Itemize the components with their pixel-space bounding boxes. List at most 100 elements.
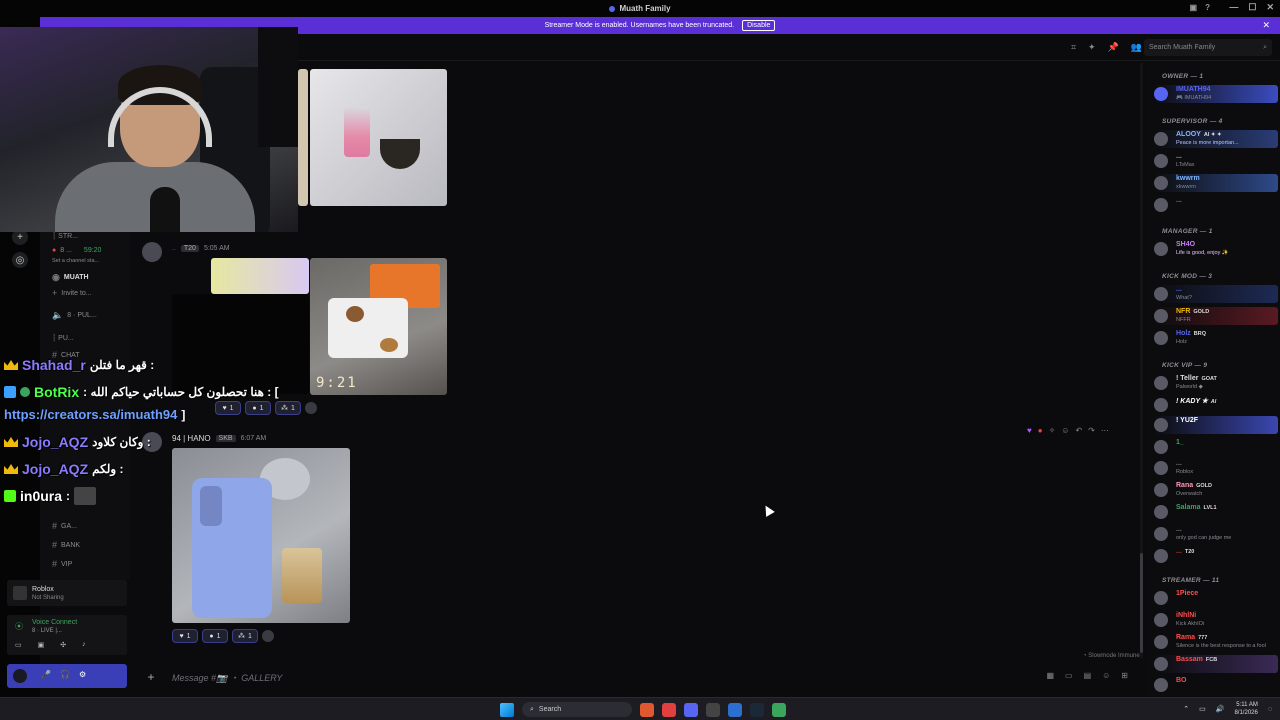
heart-reaction-icon[interactable]: ♥: [1027, 426, 1032, 435]
reaction-dot[interactable]: ● 1: [202, 629, 228, 643]
image-attachment[interactable]: [298, 69, 308, 206]
member-row[interactable]: ... What?: [1154, 285, 1278, 303]
chat-link[interactable]: https://creators.sa/imuath94: [4, 407, 177, 422]
steam-icon[interactable]: [750, 702, 764, 717]
disable-streamer-mode-button[interactable]: Disable: [742, 20, 776, 31]
mic-icon[interactable]: 🎤: [41, 670, 51, 679]
game-icon: [13, 586, 27, 600]
screen-share-icon[interactable]: ▣: [38, 641, 45, 649]
dot-reaction-icon[interactable]: ●: [1038, 426, 1043, 435]
scroll-thumb[interactable]: [1140, 553, 1143, 653]
forward-icon[interactable]: ↷: [1088, 426, 1095, 435]
sidebar-category[interactable]: ┆ PU...: [52, 334, 74, 342]
discord-icon[interactable]: [684, 702, 698, 717]
avatar[interactable]: [13, 669, 27, 683]
minimize-button[interactable]: —: [1229, 2, 1238, 13]
attach-icon[interactable]: +: [140, 670, 162, 684]
member-row[interactable]: iNhlNi Kick AkhIOi: [1154, 611, 1278, 629]
headphones-icon[interactable]: 🎧: [60, 670, 70, 679]
pin-icon[interactable]: 📌: [1108, 42, 1119, 53]
member-row[interactable]: ! KADY ✯ AI: [1154, 396, 1278, 414]
maximize-button[interactable]: ☐: [1248, 2, 1256, 13]
member-row[interactable]: ALOOY AI ✦ ✦ Peace is more importan...: [1154, 130, 1278, 148]
gif-icon[interactable]: ▭: [1065, 671, 1073, 680]
chat-scrollbar[interactable]: [1140, 63, 1143, 658]
member-row[interactable]: ... only god can judge me: [1154, 525, 1278, 543]
discover-icon[interactable]: ◎: [12, 252, 28, 268]
member-row[interactable]: Bassam FCB: [1154, 655, 1278, 673]
discord-icon: [609, 5, 616, 12]
member-row[interactable]: ! Teller GOAT Palworld ◆: [1154, 374, 1278, 392]
sidebar-invite[interactable]: + Invite to...: [52, 288, 92, 298]
help-icon[interactable]: ?: [1205, 3, 1210, 12]
file-explorer-icon[interactable]: [706, 702, 720, 717]
member-row[interactable]: Rana GOLD Overwatch: [1154, 481, 1278, 499]
activity-card[interactable]: Roblox Not Sharing: [7, 580, 127, 606]
voice-status-channel[interactable]: 8 · LIVE |...: [32, 628, 62, 634]
sidebar-category[interactable]: ┆ STR...: [52, 232, 78, 240]
notification-icon[interactable]: ◌: [1268, 706, 1272, 713]
avatar: [1154, 418, 1168, 432]
image-attachment[interactable]: [211, 258, 309, 294]
author-name[interactable]: ..: [172, 245, 176, 252]
reply-icon[interactable]: ↶: [1075, 426, 1082, 435]
member-row[interactable]: ... Roblox: [1154, 459, 1278, 477]
emoji-icon[interactable]: ☺: [1102, 671, 1110, 680]
member-row[interactable]: Rama 777 Silence is the best response to …: [1154, 633, 1278, 651]
member-row[interactable]: IMUATH94 🎮 IMUATH94: [1154, 85, 1278, 103]
brave-icon[interactable]: [640, 702, 654, 717]
network-icon[interactable]: ▭: [1199, 705, 1206, 713]
add-reaction-icon[interactable]: [262, 630, 274, 642]
app-icon[interactable]: [728, 702, 742, 717]
member-name: BO: [1176, 677, 1187, 684]
avatar[interactable]: [142, 242, 162, 262]
reaction-heart[interactable]: ♥ 1: [172, 629, 198, 643]
gear-icon[interactable]: ⚙: [79, 670, 86, 679]
threads-icon[interactable]: ⌗: [1071, 42, 1076, 53]
soundboard-icon[interactable]: ♪: [82, 641, 86, 649]
close-button[interactable]: ✕: [1266, 2, 1274, 13]
member-row[interactable]: kwwrm xkwwrm: [1154, 174, 1278, 192]
search-input[interactable]: Search Muath Family ⌕: [1144, 39, 1272, 56]
member-row[interactable]: ... T20: [1154, 547, 1278, 565]
sparkle-reaction-icon[interactable]: ✧: [1049, 426, 1056, 435]
member-row[interactable]: BO: [1154, 676, 1278, 694]
apps-icon[interactable]: ⊞: [1121, 671, 1128, 680]
image-attachment[interactable]: [310, 69, 447, 206]
member-row[interactable]: ! YU2F: [1154, 416, 1278, 434]
sidebar-item-bank[interactable]: # BANK: [52, 540, 80, 550]
chevron-up-icon[interactable]: ⌃: [1183, 705, 1189, 713]
sidebar-voice-status[interactable]: ● 8 ... 59:20: [52, 247, 101, 254]
message-timestamp: 5:05 AM: [203, 245, 230, 252]
inbox-icon[interactable]: ▣: [1190, 3, 1198, 12]
sidebar-item-games[interactable]: # GA...: [52, 521, 77, 531]
more-icon[interactable]: ⋯: [1101, 426, 1109, 435]
member-row[interactable]: Salama LVL1: [1154, 503, 1278, 521]
reaction-sparkle[interactable]: ⁂ 1: [232, 629, 258, 643]
member-row[interactable]: Holz BRQ Holz: [1154, 329, 1278, 347]
add-reaction-icon[interactable]: ☺: [1061, 426, 1069, 435]
activities-icon[interactable]: ✣: [60, 641, 66, 649]
app-icon[interactable]: [772, 702, 786, 717]
chrome-icon[interactable]: [662, 702, 676, 717]
member-row[interactable]: 1Piece: [1154, 589, 1278, 607]
clock[interactable]: 5:11 AM 8/1/2026: [1234, 701, 1257, 717]
sidebar-voice-channel[interactable]: 🔈 8 · PUL...: [52, 310, 97, 321]
message-composer[interactable]: + Message #📷 ・ GALLERY ▦ ▭ ▤ ☺ ⊞: [140, 665, 1140, 689]
sidebar-user-muath[interactable]: ◉ MUATH: [52, 272, 89, 283]
notification-icon[interactable]: ✦: [1088, 42, 1096, 53]
member-row[interactable]: ...: [1154, 196, 1278, 214]
sidebar-item-vip[interactable]: # VIP: [52, 559, 72, 569]
sticker-icon[interactable]: ▤: [1084, 671, 1092, 680]
member-row[interactable]: 1_: [1154, 438, 1278, 456]
member-list-icon[interactable]: 👥: [1131, 42, 1142, 53]
taskbar-search[interactable]: ⌕ Search: [522, 702, 632, 717]
member-row[interactable]: NFR GOLD NFFR: [1154, 307, 1278, 325]
close-icon[interactable]: ✕: [1262, 20, 1270, 31]
member-row[interactable]: SH4O Life is good, enjoy ✨: [1154, 240, 1278, 258]
volume-icon[interactable]: 🔊: [1216, 705, 1225, 713]
member-row[interactable]: ... LTsMax: [1154, 152, 1278, 170]
gift-icon[interactable]: ▦: [1046, 671, 1054, 680]
video-icon[interactable]: ▭: [15, 641, 22, 649]
start-icon[interactable]: [500, 702, 514, 717]
